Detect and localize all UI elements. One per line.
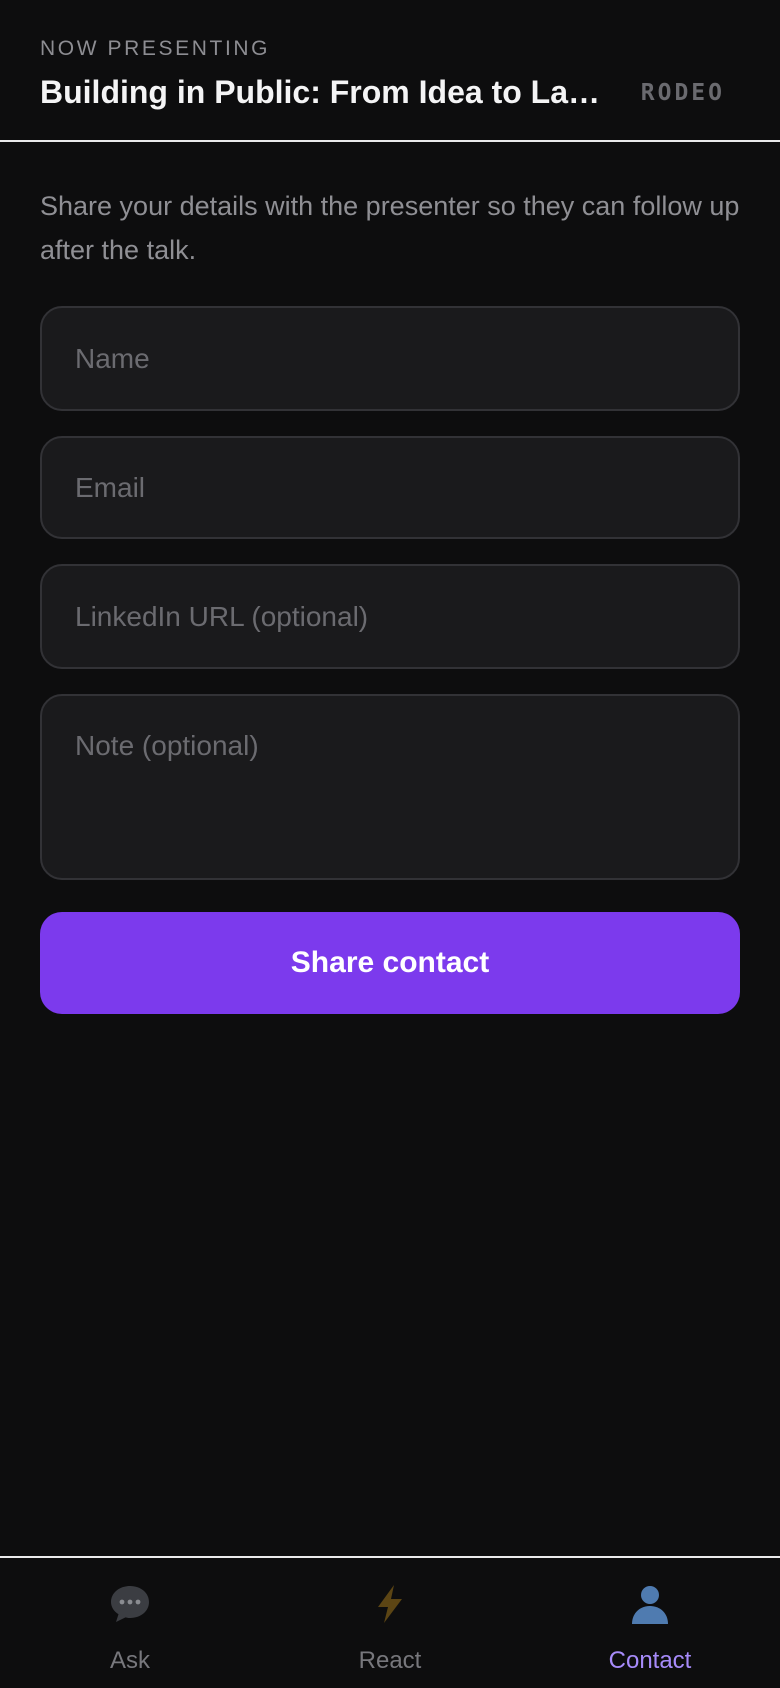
tab-contact-label: Contact	[608, 1647, 692, 1674]
contact-screen: NOW PRESENTING Building in Public: From …	[0, 0, 780, 1688]
talk-title: Building in Public: From Idea to Launch	[40, 74, 605, 110]
contact-intro-text: Share your details with the presenter so…	[40, 191, 740, 265]
note-textarea[interactable]	[40, 694, 740, 880]
tab-react[interactable]: React	[260, 1558, 520, 1688]
now-presenting-label: NOW PRESENTING	[40, 37, 271, 60]
speech-bubble-icon	[111, 1586, 149, 1622]
share-contact-button[interactable]: Share contact	[40, 912, 740, 1014]
brand-logo: RODEO	[640, 80, 725, 106]
person-silhouette-icon	[632, 1586, 668, 1624]
tab-contact[interactable]: Contact	[520, 1558, 780, 1688]
email-input[interactable]	[40, 436, 740, 539]
linkedin-url-input[interactable]	[40, 564, 740, 669]
tab-react-label: React	[358, 1647, 422, 1674]
name-input[interactable]	[40, 306, 740, 411]
bottom-tab-bar: Ask React Contact	[0, 1556, 780, 1688]
lightning-bolt-icon	[378, 1585, 402, 1623]
tab-ask[interactable]: Ask	[0, 1558, 260, 1688]
now-presenting-header: NOW PRESENTING Building in Public: From …	[0, 0, 780, 142]
tab-ask-label: Ask	[109, 1647, 150, 1674]
